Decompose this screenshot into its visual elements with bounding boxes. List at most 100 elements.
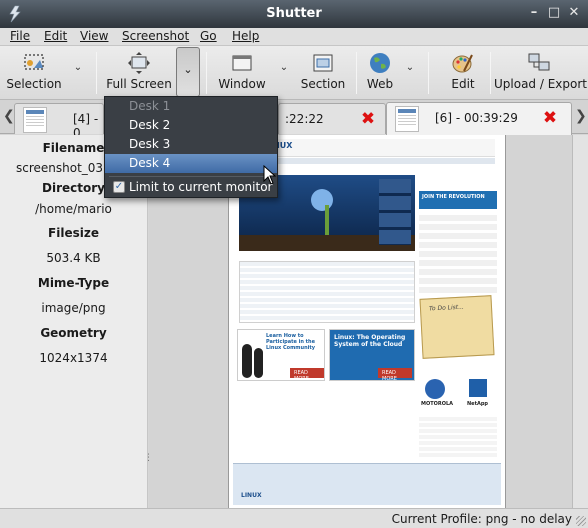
screenshot-thumbnail <box>395 106 419 132</box>
motorola-text: MOTOROLA <box>421 401 454 407</box>
upload-export-button[interactable]: Upload / Export <box>494 46 587 100</box>
toolbar-separator <box>206 52 207 94</box>
tab-label: :22:22 <box>285 112 324 126</box>
webpage-todo-text: To Do List... <box>428 303 465 313</box>
screenshot-thumbnail <box>23 107 47 133</box>
maximize-icon[interactable]: □ <box>546 5 562 21</box>
webpage-penguin <box>242 344 252 378</box>
edit-button[interactable]: Edit <box>440 46 486 100</box>
section-icon <box>313 54 333 72</box>
toolbar: Selection ⌄ Full Screen Window ⌄ Section… <box>0 46 588 100</box>
toolbar-separator <box>428 52 429 94</box>
webpage-news-list <box>239 261 415 323</box>
webpage-read-more[interactable]: READ MORE <box>378 368 412 382</box>
mimetype-value: image/png <box>41 301 106 315</box>
webpage-promo-cloud-text: Linux: The Operating System of the Cloud <box>334 334 406 348</box>
close-tab-icon[interactable]: ✖ <box>541 109 559 127</box>
preview-scrollbar[interactable] <box>572 135 588 508</box>
menu-file[interactable]: File <box>10 29 30 43</box>
selection-button[interactable]: Selection <box>2 46 66 100</box>
webpage-penguin <box>254 348 263 378</box>
title-bar: Shutter – □ ✕ <box>0 0 588 28</box>
close-tab-icon[interactable]: ✖ <box>359 110 377 128</box>
toolbar-separator <box>356 52 357 94</box>
tab-label: [6] - 00:39:29 <box>435 111 518 125</box>
full-screen-dropdown-chevron-icon[interactable]: ⌄ <box>176 47 200 97</box>
full-screen-button[interactable]: Full Screen <box>104 46 174 100</box>
menu-item-desk-1: Desk 1 <box>129 99 171 113</box>
webpage-blog-list <box>419 215 497 295</box>
selection-label: Selection <box>6 77 62 91</box>
webpage-todo-note: To Do List... <box>419 295 495 359</box>
geometry-value: 1024x1374 <box>39 351 108 365</box>
webpage-hero-globe <box>311 189 333 211</box>
toolbar-separator <box>96 52 97 94</box>
read-more-text: READ MORE <box>382 370 397 382</box>
window-label: Window <box>218 77 266 91</box>
status-text: Current Profile: png - no delay <box>391 512 572 526</box>
menu-item-desk-2[interactable]: Desk 2 <box>105 116 277 135</box>
motorola-logo-icon <box>425 379 445 399</box>
selection-dropdown-chevron-icon[interactable]: ⌄ <box>70 60 86 76</box>
webpage-promo-cloud: Linux: The Operating System of the Cloud… <box>329 329 415 382</box>
tab-screenshot-5[interactable]: :22:22 ✖ <box>278 103 386 134</box>
limit-monitor-label[interactable]: Limit to current monitor <box>105 178 277 197</box>
footer-logo: LINUX <box>241 492 262 499</box>
window-button[interactable]: Window <box>214 46 270 100</box>
tab-screenshot-6[interactable]: [6] - 00:39:29 ✖ <box>386 102 572 135</box>
webpage-footer: LINUX <box>233 463 501 505</box>
menu-item-desk-4[interactable]: Desk 4 <box>105 154 277 173</box>
upload-export-label: Upload / Export <box>494 77 587 91</box>
minimize-icon[interactable]: – <box>526 5 542 21</box>
window-title: Shutter <box>266 6 322 21</box>
tab-scroll-left-icon[interactable]: ❮ <box>3 108 15 124</box>
webpage-promo-community: Learn How to Participate in the Linux Co… <box>237 329 325 382</box>
netapp-text: NetApp <box>467 401 488 407</box>
tab-screenshot-4[interactable]: [4] - 0 <box>14 103 104 140</box>
webpage-twitter-list <box>419 417 497 457</box>
full-screen-label: Full Screen <box>106 77 172 91</box>
window-icon <box>232 55 252 71</box>
filesize-label: Filesize <box>48 226 99 240</box>
network-computers-icon <box>528 53 550 71</box>
selection-icon <box>24 54 44 70</box>
webpage-read-more[interactable]: READ MORE <box>290 368 324 382</box>
directory-value: /home/mario <box>35 202 112 216</box>
webpage-revolution-text: JOIN THE REVOLUTION <box>422 194 485 200</box>
tab-scroll-right-icon[interactable]: ❯ <box>575 108 587 124</box>
globe-icon <box>370 53 390 73</box>
menu-screenshot[interactable]: Screenshot <box>122 29 189 43</box>
menu-edit[interactable]: Edit <box>44 29 67 43</box>
close-window-icon[interactable]: ✕ <box>566 5 582 21</box>
netapp-logo-icon <box>469 379 487 397</box>
mimetype-label: Mime-Type <box>37 276 110 290</box>
read-more-text: READ MORE <box>294 370 309 382</box>
filesize-value: 503.4 KB <box>46 251 101 265</box>
web-button[interactable]: Web <box>362 46 398 100</box>
toolbar-separator <box>490 52 491 94</box>
menu-go[interactable]: Go <box>200 29 217 43</box>
tab-bar: ❮ [4] - 0 :22:22 ✖ [6] - 00:39:29 ✖ ❯ <box>0 100 588 140</box>
menu-separator <box>109 176 273 177</box>
webpage-hero-plant <box>325 205 329 235</box>
webpage-hero-thumbs <box>379 179 411 245</box>
status-bar: Current Profile: png - no delay <box>0 508 588 528</box>
menu-help[interactable]: Help <box>232 29 259 43</box>
menu-bar: File Edit View Screenshot Go Help <box>0 28 588 46</box>
mouse-cursor-icon <box>263 165 277 185</box>
section-button[interactable]: Section <box>298 46 348 100</box>
window-dropdown-chevron-icon[interactable]: ⌄ <box>276 60 292 76</box>
geometry-label: Geometry <box>40 326 107 340</box>
menu-item-desk-3[interactable]: Desk 3 <box>105 135 277 154</box>
section-label: Section <box>300 77 346 91</box>
webpage-revolution-banner: JOIN THE REVOLUTION <box>419 191 497 209</box>
full-screen-dropdown-menu: Desk 1 Desk 2 Desk 3 Desk 4 ✓ Limit to c… <box>104 96 278 198</box>
menu-view[interactable]: View <box>80 29 108 43</box>
paint-palette-icon <box>452 54 473 73</box>
webpage-promo-community-text: Learn How to Participate in the Linux Co… <box>266 333 315 351</box>
window-resize-grip-icon[interactable] <box>576 516 586 526</box>
edit-label: Edit <box>451 77 475 91</box>
web-label: Web <box>366 77 394 91</box>
full-screen-icon <box>128 52 150 74</box>
web-dropdown-chevron-icon[interactable]: ⌄ <box>402 60 418 76</box>
